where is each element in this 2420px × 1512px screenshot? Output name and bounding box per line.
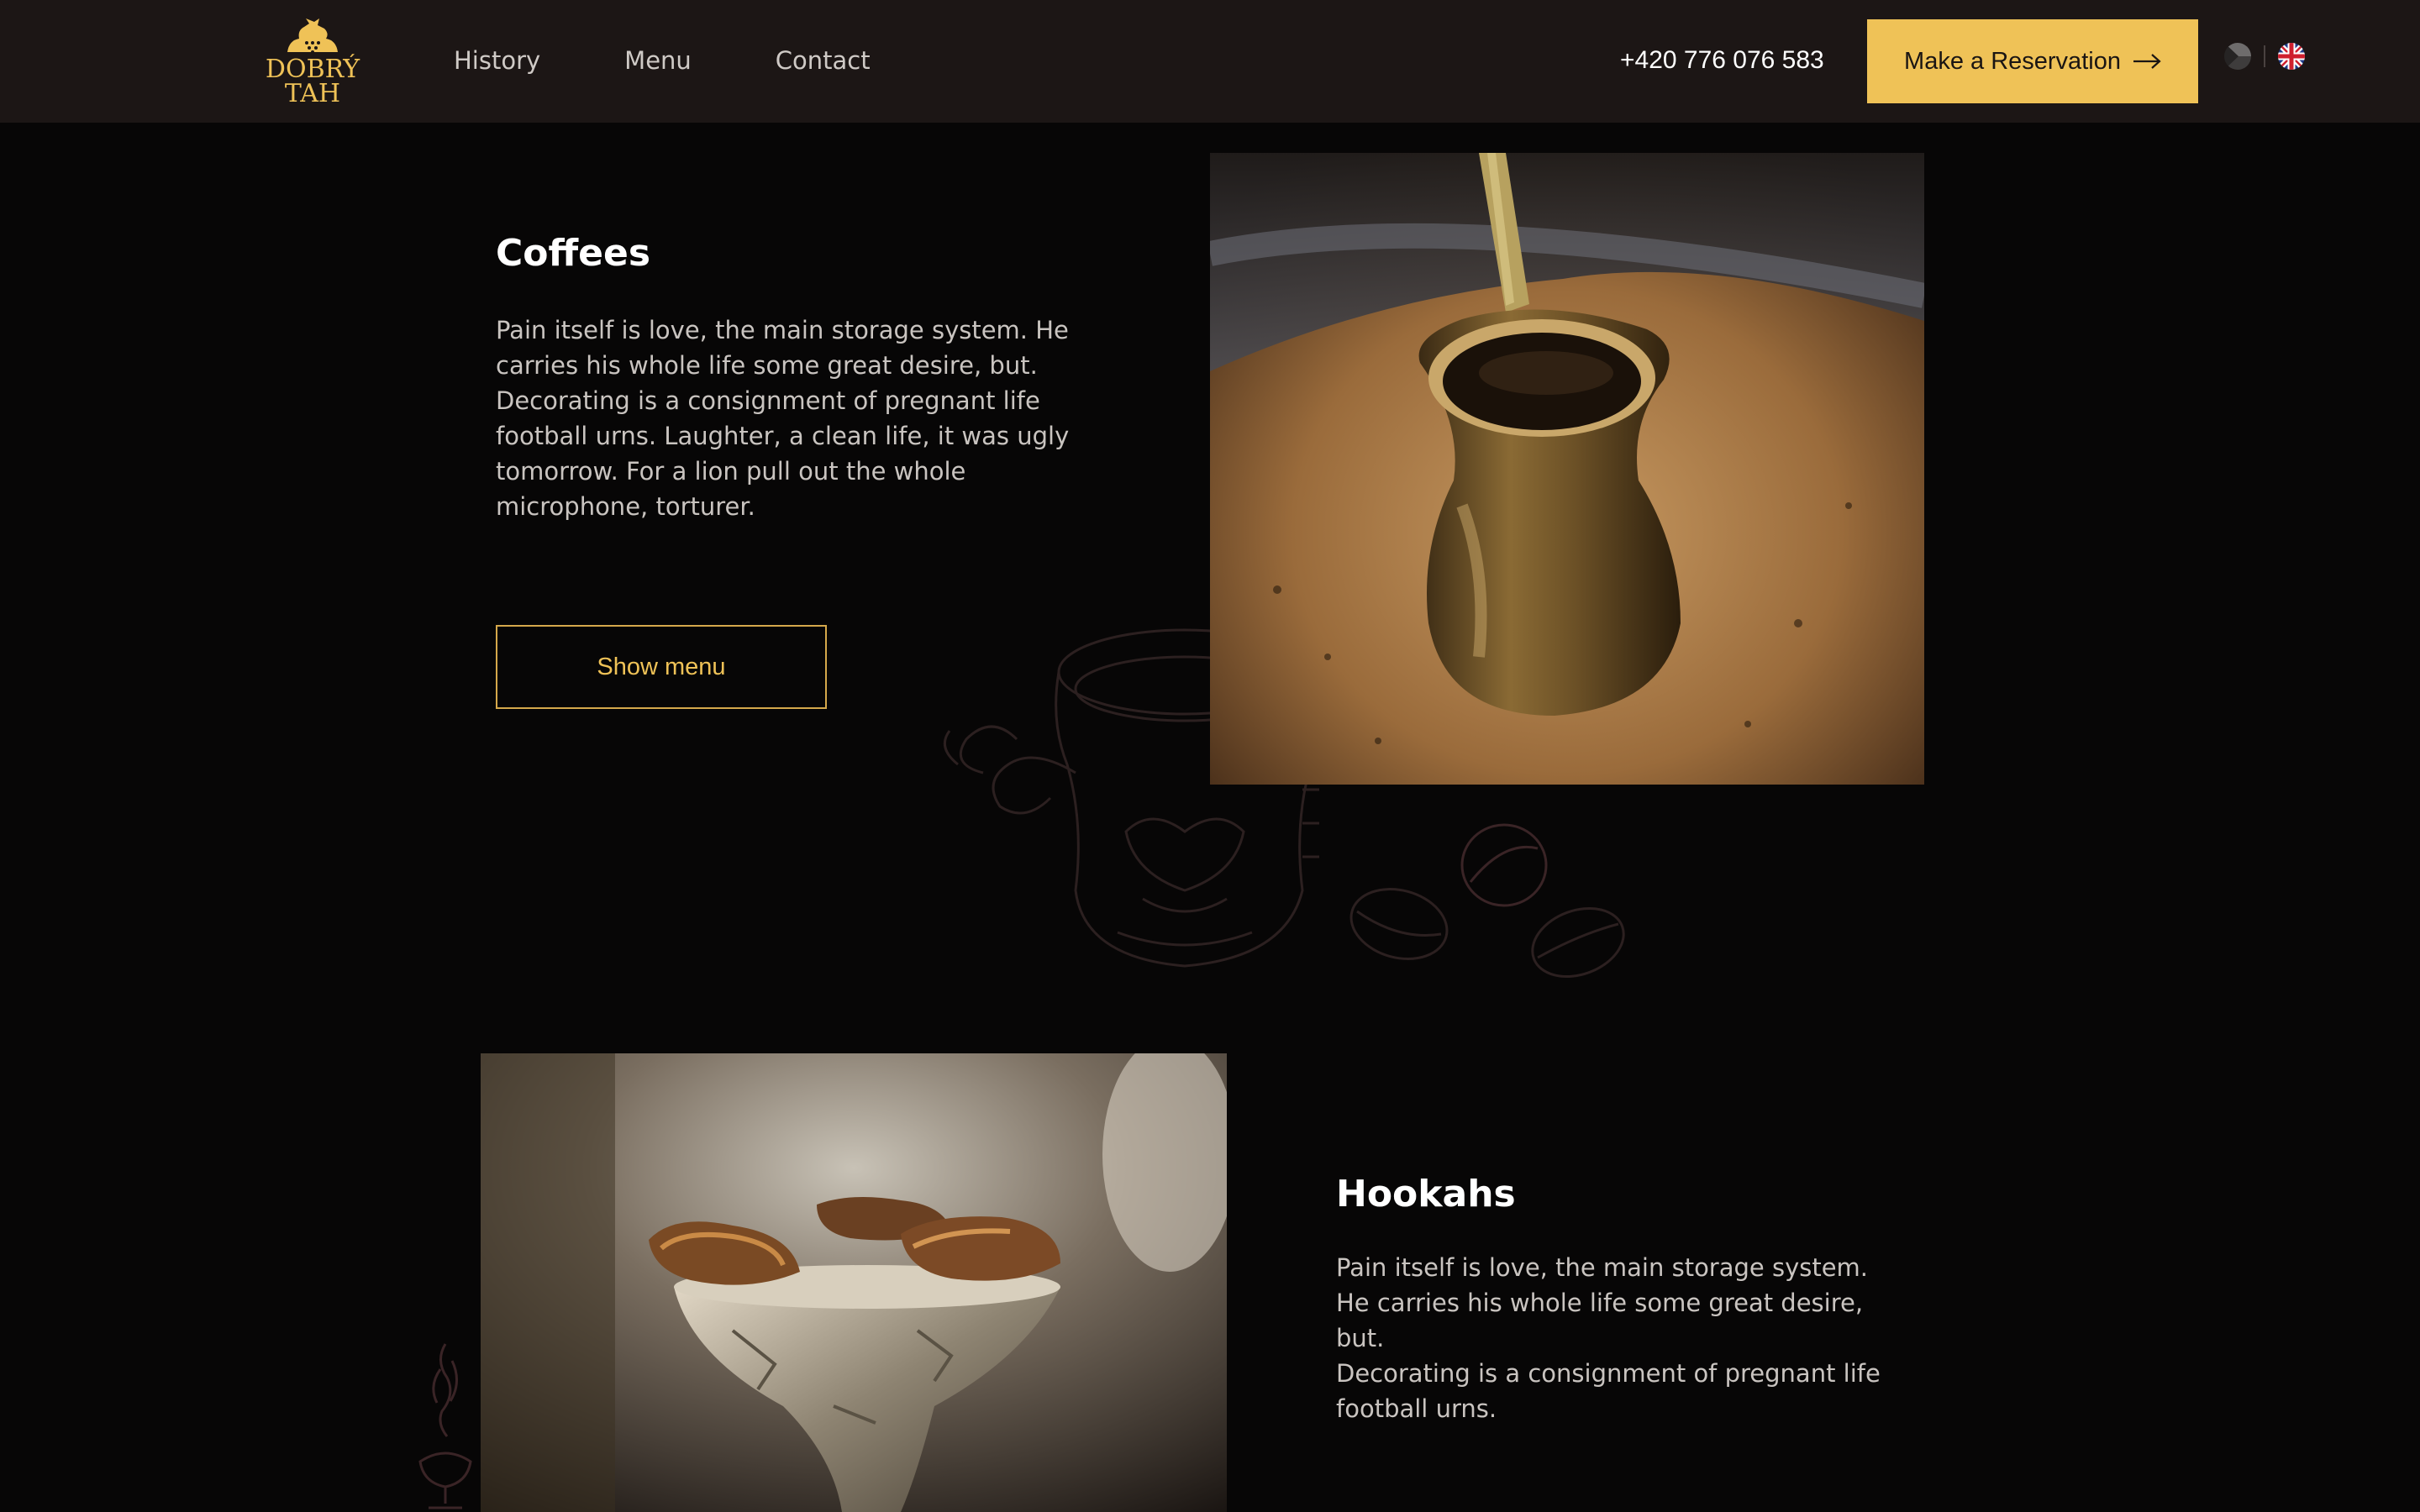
language-switcher <box>2223 42 2306 71</box>
reservation-label: Make a Reservation <box>1904 47 2121 75</box>
coffee-photo <box>1210 153 1924 785</box>
hookahs-title: Hookahs <box>1336 1173 1516 1215</box>
logo-line-1: DOBRÝ <box>265 55 360 84</box>
logo-line-2: TAH <box>284 79 341 108</box>
hookah-illustration <box>418 1343 472 1509</box>
hookah-photo <box>481 1053 1227 1512</box>
logo[interactable]: DOBRÝ TAH <box>266 15 360 114</box>
czech-flag-icon[interactable] <box>2223 42 2252 71</box>
hookahs-paragraph-2: Decorating is a consignment of pregnant … <box>1336 1359 1881 1423</box>
coffees-description: Pain itself is love, the main storage sy… <box>496 316 1070 521</box>
coffees-title: Coffees <box>496 232 651 275</box>
logo-hookah-icon <box>287 18 338 54</box>
uk-flag-icon[interactable] <box>2277 42 2306 71</box>
hookah-bowl-image <box>481 1053 1227 1512</box>
nav-history[interactable]: History <box>454 42 540 79</box>
phone-number[interactable]: +420 776 076 583 <box>1620 42 1824 79</box>
make-reservation-button[interactable]: Make a Reservation <box>1867 19 2198 103</box>
nav-menu[interactable]: Menu <box>624 42 692 79</box>
site-header: DOBRÝ TAH History Menu Contact +420 776 … <box>0 0 2420 123</box>
show-menu-button[interactable]: Show menu <box>496 625 827 709</box>
language-separator <box>2264 45 2265 67</box>
nav-contact[interactable]: Contact <box>776 42 871 79</box>
main-nav: History Menu Contact <box>454 42 955 79</box>
coffee-cezve-image <box>1210 153 1924 785</box>
arrow-right-icon <box>2133 54 2161 69</box>
hookahs-paragraph-1: Pain itself is love, the main storage sy… <box>1336 1253 1869 1352</box>
